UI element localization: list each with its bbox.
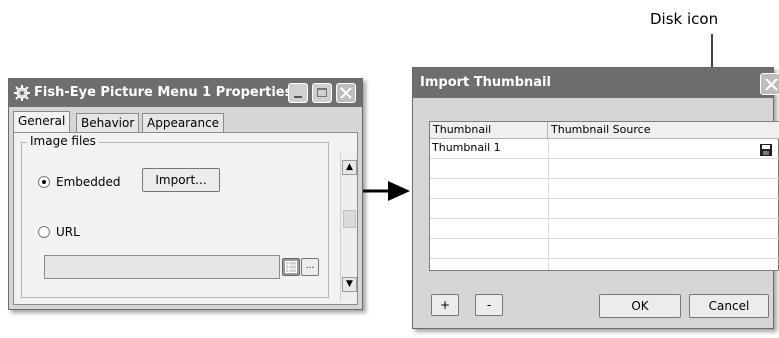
import-button[interactable]: Import...	[142, 168, 220, 192]
tab-appearance[interactable]: Appearance	[142, 113, 225, 133]
scroll-thumb[interactable]	[343, 210, 356, 228]
properties-title-bar[interactable]: Fish-Eye Picture Menu 1 Properties	[9, 79, 362, 107]
import-close-button[interactable]	[760, 73, 779, 95]
column-header-thumbnail-source[interactable]: Thumbnail Source	[548, 122, 779, 139]
row-divider	[430, 238, 779, 239]
row-divider	[430, 218, 779, 219]
table-row-source-cell[interactable]	[548, 139, 779, 158]
maximize-button[interactable]	[312, 83, 332, 103]
row-divider	[430, 158, 779, 159]
row-divider	[430, 198, 779, 199]
scroll-up-button[interactable]: ▲	[342, 160, 357, 175]
vertical-scrollbar[interactable]: ▲ ▼	[340, 153, 357, 301]
table-row-thumbnail-cell[interactable]: Thumbnail 1	[430, 139, 548, 158]
embedded-radio-label[interactable]: Embedded	[56, 175, 121, 189]
close-icon	[340, 87, 352, 99]
remove-thumbnail-button[interactable]: -	[475, 294, 503, 316]
gear-icon	[14, 85, 30, 101]
url-picker-button[interactable]	[282, 258, 300, 276]
row-divider	[430, 258, 779, 259]
browse-button[interactable]: ...	[301, 258, 319, 276]
properties-window: Fish-Eye Picture Menu 1 Properties Gener…	[8, 78, 363, 310]
import-title-bar[interactable]: Import Thumbnail	[413, 68, 779, 98]
cancel-button[interactable]: Cancel	[689, 294, 769, 318]
tab-behavior[interactable]: Behavior	[76, 113, 140, 133]
minimize-icon	[294, 96, 302, 98]
close-button[interactable]	[336, 83, 356, 103]
ok-button[interactable]: OK	[599, 294, 681, 318]
properties-window-title: Fish-Eye Picture Menu 1 Properties	[34, 85, 293, 100]
close-icon	[765, 78, 778, 91]
disk-icon[interactable]	[760, 144, 772, 156]
maximize-icon	[317, 88, 327, 97]
add-thumbnail-button[interactable]: +	[431, 294, 459, 316]
scroll-down-button[interactable]: ▼	[342, 277, 357, 292]
image-files-group-label: Image files	[27, 134, 99, 148]
tab-general[interactable]: General	[13, 111, 71, 133]
import-arrow-head	[388, 181, 410, 201]
column-header-thumbnail[interactable]: Thumbnail	[430, 122, 548, 139]
table-picker-icon	[285, 261, 297, 273]
embedded-radio[interactable]	[38, 176, 50, 188]
minimize-button[interactable]	[288, 83, 308, 103]
url-input[interactable]	[44, 255, 280, 279]
import-window-title: Import Thumbnail	[420, 75, 551, 90]
general-tab-panel: Image files Embedded Import... URL ... ▲…	[13, 132, 358, 305]
url-radio[interactable]	[38, 226, 50, 238]
url-radio-label[interactable]: URL	[56, 225, 80, 239]
row-divider	[430, 178, 779, 179]
thumbnail-table: Thumbnail Thumbnail Source Thumbnail 1	[429, 121, 779, 271]
import-thumbnail-window: Import Thumbnail Thumbnail Thumbnail Sou…	[412, 67, 779, 329]
